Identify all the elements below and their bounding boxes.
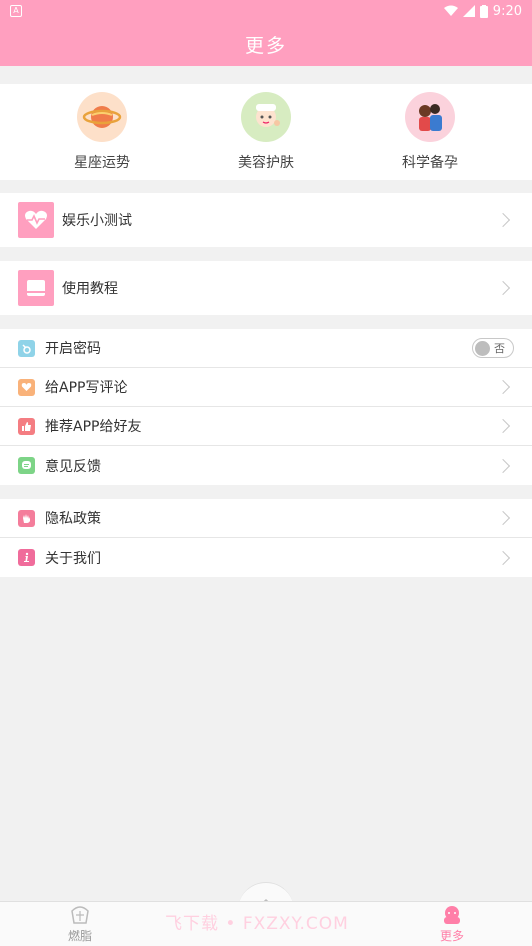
info-icon: [18, 549, 35, 566]
privacy-label: 隐私政策: [45, 511, 101, 527]
status-bar: A 9:20: [0, 0, 532, 22]
about-section: 隐私政策 关于我们: [0, 499, 532, 577]
status-time: 9:20: [492, 3, 522, 19]
feature-grid: 星座运势 美容护肤 科学备孕: [0, 84, 532, 180]
heart-icon: [18, 378, 35, 396]
hand-icon: [18, 509, 35, 527]
chevron-right-icon: [495, 510, 511, 526]
book-icon: [18, 270, 54, 306]
about-us-label: 关于我们: [45, 550, 101, 567]
settings-section: 开启密码 否 给APP写评论 推荐APP给好友 意见反馈: [0, 329, 532, 485]
quiz-label: 娱乐小测试: [62, 213, 132, 229]
chevron-right-icon: [495, 212, 511, 228]
toggle-text: 否: [494, 342, 505, 355]
password-toggle[interactable]: 否: [472, 338, 514, 358]
tab-more[interactable]: 更多: [417, 905, 487, 944]
wifi-icon: [443, 5, 458, 16]
quiz-row[interactable]: 娱乐小测试: [0, 193, 532, 247]
toggle-knob: [475, 340, 490, 356]
tab-label: 更多: [439, 928, 464, 943]
page-title: 更多: [244, 34, 287, 57]
tab-fat-burn[interactable]: 燃脂: [45, 905, 115, 944]
chevron-right-icon: [495, 280, 511, 296]
beauty-face-icon: [241, 92, 291, 142]
bottom-tab-bar: 燃脂 更多: [0, 901, 532, 946]
recommend-row[interactable]: 推荐APP给好友: [0, 407, 532, 446]
tutorial-row[interactable]: 使用教程: [0, 261, 532, 315]
page-header: 更多: [0, 22, 532, 66]
about-us-row[interactable]: 关于我们: [0, 538, 532, 577]
grid-item-beauty[interactable]: 美容护肤: [206, 92, 326, 172]
fat-burn-icon: [71, 905, 89, 924]
chevron-right-icon: [495, 458, 511, 473]
battery-icon: [479, 4, 488, 18]
tab-label: 燃脂: [67, 928, 92, 943]
tutorial-section: 使用教程: [0, 261, 532, 315]
quiz-section: 娱乐小测试: [0, 193, 532, 247]
signal-icon: [462, 5, 475, 17]
grid-label: 星座运势: [74, 155, 130, 171]
chevron-right-icon: [495, 550, 511, 565]
feedback-row[interactable]: 意见反馈: [0, 446, 532, 485]
grid-label: 科学备孕: [402, 155, 458, 171]
lock-icon: [18, 339, 35, 357]
chevron-right-icon: [495, 379, 511, 395]
grid-item-pregnancy[interactable]: 科学备孕: [370, 92, 490, 172]
privacy-row[interactable]: 隐私政策: [0, 499, 532, 538]
review-label: 给APP写评论: [45, 380, 128, 396]
chat-bubble-icon: [18, 457, 35, 474]
chevron-right-icon: [495, 418, 511, 434]
grid-label: 美容护肤: [238, 155, 294, 171]
heartbeat-icon: [18, 202, 54, 238]
password-row: 开启密码 否: [0, 329, 532, 368]
feedback-label: 意见反馈: [45, 458, 101, 475]
review-row[interactable]: 给APP写评论: [0, 368, 532, 407]
thumbs-up-icon: [18, 417, 35, 435]
grid-item-horoscope[interactable]: 星座运势: [42, 92, 162, 172]
couple-icon: [405, 92, 455, 142]
planet-icon: [77, 92, 127, 142]
status-right: 9:20: [443, 3, 522, 19]
more-tab-icon: [444, 905, 460, 924]
notification-icon: A: [10, 5, 22, 17]
tutorial-label: 使用教程: [62, 281, 118, 297]
recommend-label: 推荐APP给好友: [45, 419, 142, 435]
password-label: 开启密码: [45, 341, 101, 357]
